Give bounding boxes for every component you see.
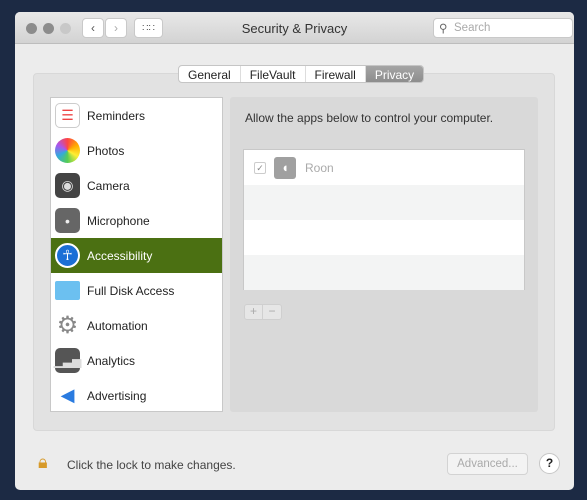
sidebar-item-reminders[interactable]: ☰ Reminders: [51, 98, 222, 133]
help-button[interactable]: ?: [539, 453, 560, 474]
search-input[interactable]: ⚲ Search: [433, 18, 573, 38]
lock-icon[interactable]: 🔒︎: [38, 452, 48, 473]
privacy-category-list: ☰ Reminders Photos ◉ Camera • Microphone ☥ A…: [50, 97, 223, 412]
microphone-icon: •: [55, 208, 80, 233]
roon-app-icon: ◖: [274, 156, 296, 179]
app-checkbox[interactable]: ✓: [254, 161, 266, 174]
photos-icon: [55, 138, 80, 163]
tab-general[interactable]: General: [179, 66, 241, 82]
app-list: ✓ ◖ Roon: [243, 149, 525, 290]
reminders-icon: ☰: [55, 103, 80, 128]
empty-row: [244, 220, 524, 255]
folder-icon: [55, 281, 80, 300]
sidebar-item-advertising[interactable]: ◀ Advertising: [51, 378, 222, 413]
gear-icon: ⚙: [56, 312, 79, 339]
analytics-icon: ▁▃▅: [54, 348, 81, 373]
remove-button[interactable]: −: [263, 305, 281, 319]
sidebar-item-camera[interactable]: ◉ Camera: [51, 168, 222, 203]
tab-firewall[interactable]: Firewall: [306, 66, 366, 82]
sidebar-item-full-disk-access[interactable]: Full Disk Access: [51, 273, 222, 308]
pane-message: Allow the apps below to control your com…: [245, 111, 494, 125]
sidebar-item-analytics[interactable]: ▁▃▅ Analytics: [51, 343, 222, 378]
accessibility-pane: Allow the apps below to control your com…: [230, 97, 538, 412]
tab-filevault[interactable]: FileVault: [241, 66, 306, 82]
empty-row: [244, 255, 524, 290]
sidebar-item-label: Photos: [87, 143, 125, 158]
sidebar-item-accessibility[interactable]: ☥ Accessibility: [51, 238, 222, 273]
sidebar-item-label: Automation: [87, 318, 148, 333]
add-remove-control: + −: [244, 304, 282, 320]
sidebar-item-label: Full Disk Access: [87, 283, 175, 298]
sidebar-item-label: Microphone: [87, 213, 150, 228]
search-placeholder: Search: [454, 22, 491, 34]
sidebar-item-label: Reminders: [87, 108, 146, 123]
lock-message: Click the lock to make changes.: [67, 458, 236, 472]
camera-icon: ◉: [55, 173, 80, 198]
tab-privacy[interactable]: Privacy: [365, 66, 424, 82]
app-row-roon[interactable]: ✓ ◖ Roon: [244, 150, 524, 185]
sidebar-item-label: Camera: [87, 178, 130, 193]
empty-row: [244, 185, 524, 220]
sidebar-item-automation[interactable]: ⚙ Automation: [51, 308, 222, 343]
megaphone-icon: ◀: [60, 385, 75, 405]
sidebar-item-microphone[interactable]: • Microphone: [51, 203, 222, 238]
search-icon: ⚲: [439, 23, 448, 35]
app-name: Roon: [305, 160, 334, 175]
advanced-button[interactable]: Advanced...: [447, 453, 528, 475]
accessibility-icon: ☥: [55, 243, 80, 268]
sidebar-item-label: Analytics: [87, 353, 136, 368]
sidebar-item-label: Accessibility: [87, 248, 153, 263]
security-privacy-window: ‹ › ∷∷ Security & Privacy ⚲ Search Genera…: [15, 12, 574, 490]
sidebar-item-photos[interactable]: Photos: [51, 133, 222, 168]
add-button[interactable]: +: [245, 305, 263, 319]
sidebar-item-label: Advertising: [87, 388, 147, 403]
tab-bar: General FileVault Firewall Privacy: [178, 65, 425, 83]
title-bar: ‹ › ∷∷ Security & Privacy ⚲ Search: [15, 12, 574, 44]
